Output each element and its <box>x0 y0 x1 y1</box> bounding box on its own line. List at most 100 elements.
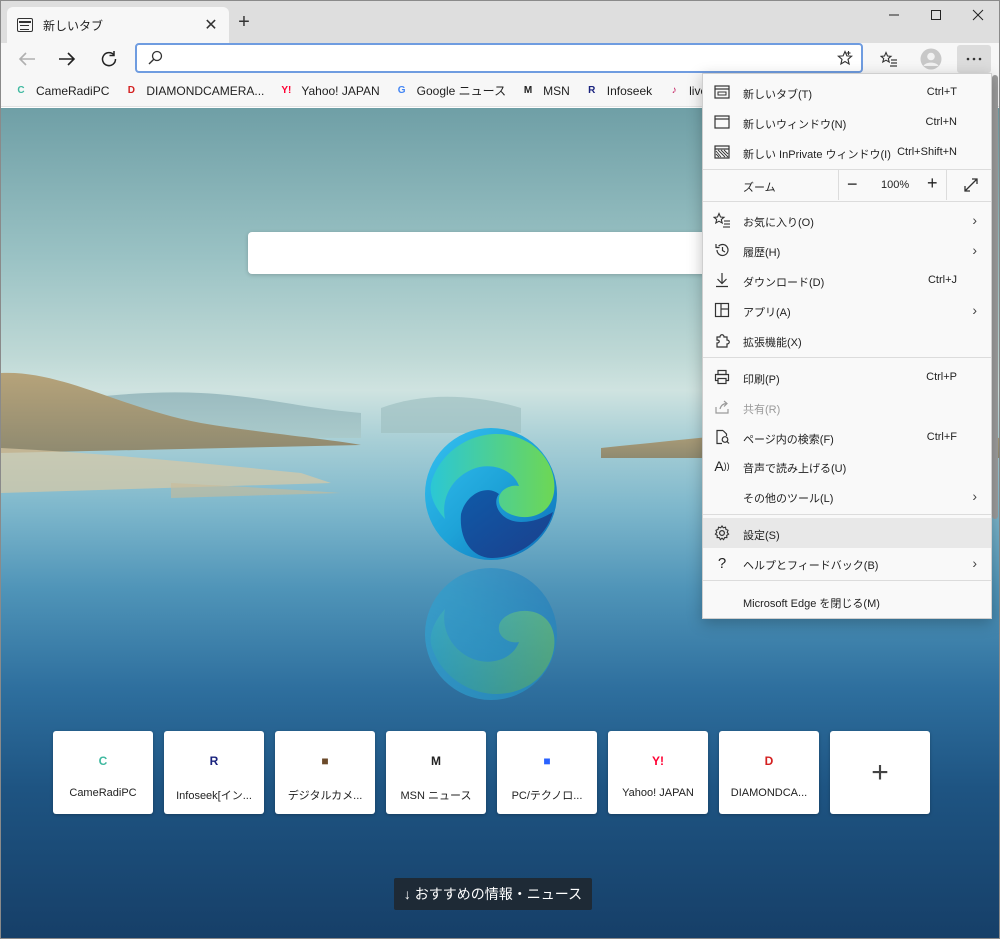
extensions-puzzle-icon <box>713 331 731 349</box>
inprivate-icon <box>713 143 731 161</box>
favorites-icon <box>713 211 731 229</box>
quick-link-tile[interactable]: Y! Yahoo! JAPAN <box>608 731 708 814</box>
chevron-right-icon: › <box>972 242 977 258</box>
back-arrow-icon <box>18 52 35 66</box>
quick-link-tile[interactable]: D DIAMONDCA... <box>719 731 819 814</box>
quick-link-label: PC/テクノロ... <box>511 790 583 802</box>
news-feed-button[interactable]: ↓ おすすめの情報・ニュース <box>394 878 592 910</box>
menu-item-more-tools[interactable]: その他のツール(L) › <box>703 481 991 511</box>
history-icon <box>713 241 731 259</box>
zoom-out-button[interactable]: − <box>847 174 858 195</box>
quick-link-tile[interactable]: R Infoseek[イン... <box>164 731 264 814</box>
zoom-label: ズーム <box>743 182 776 194</box>
infoseek-icon: R <box>588 85 596 96</box>
chevron-right-icon: › <box>972 302 977 318</box>
livedoor-icon: ♪ <box>671 85 677 96</box>
favorite-label: Infoseek <box>606 83 653 98</box>
quick-link-tile[interactable]: M MSN ニュース <box>386 731 486 814</box>
refresh-button[interactable] <box>93 45 125 73</box>
close-window-button[interactable] <box>957 1 999 29</box>
site-favicon-icon: R <box>209 754 219 768</box>
zoom-level: 100% <box>881 179 910 191</box>
maximize-button[interactable] <box>915 1 957 29</box>
menu-item-downloads[interactable]: ダウンロード(D) Ctrl+J <box>703 265 991 295</box>
quick-link-label: CameRadiPC <box>69 787 137 799</box>
favorite-item[interactable]: M MSN <box>520 83 570 99</box>
favorite-item[interactable]: G Google ニュース <box>394 82 506 99</box>
menu-separator <box>703 201 991 202</box>
quick-link-label: DIAMONDCA... <box>730 787 808 799</box>
menu-item-share: 共有(R) <box>703 392 991 422</box>
new-window-icon <box>713 113 731 131</box>
favorites-icon <box>880 51 897 67</box>
menu-item-close-edge[interactable]: Microsoft Edge を閉じる(M) <box>703 586 991 616</box>
address-input[interactable] <box>167 49 827 67</box>
share-icon <box>713 398 731 416</box>
read-aloud-icon: A)) <box>714 458 730 474</box>
menu-separator <box>703 357 991 358</box>
diamondcamera-icon: D <box>127 85 135 96</box>
favorite-item[interactable]: D DIAMONDCAMERA... <box>123 83 265 99</box>
close-tab-icon[interactable]: ✕ <box>203 15 219 35</box>
menu-item-find-on-page[interactable]: ページ内の検索(F) Ctrl+F <box>703 422 991 452</box>
back-button[interactable] <box>11 45 43 73</box>
menu-item-history[interactable]: 履歴(H) › <box>703 235 991 265</box>
plus-icon: + <box>871 756 889 789</box>
gear-icon <box>713 524 731 542</box>
quick-link-label: Infoseek[イン... <box>176 790 252 802</box>
zoom-in-button[interactable]: + <box>927 173 938 194</box>
menu-item-settings[interactable]: 設定(S) <box>703 518 991 548</box>
scrollbar[interactable] <box>992 75 998 519</box>
forward-button[interactable] <box>51 45 83 73</box>
site-favicon-icon: M <box>431 754 441 768</box>
edge-logo-icon <box>425 428 557 560</box>
menu-separator <box>703 580 991 581</box>
menu-item-apps[interactable]: アプリ(A) › <box>703 295 991 325</box>
favorite-label: DIAMONDCAMERA... <box>146 83 265 98</box>
cameradipc-icon: C <box>17 85 25 96</box>
favorite-item[interactable]: C CameRadiPC <box>13 83 109 99</box>
chevron-right-icon: › <box>972 212 977 228</box>
site-favicon-icon: C <box>98 754 108 768</box>
quick-link-tile[interactable]: ■ PC/テクノロ... <box>497 731 597 814</box>
site-favicon-icon: ■ <box>543 754 551 768</box>
apps-icon <box>713 301 731 319</box>
favorites-button[interactable] <box>872 45 906 73</box>
favorite-item[interactable]: R Infoseek <box>584 83 652 99</box>
quick-link-tile[interactable]: C CameRadiPC <box>53 731 153 814</box>
menu-item-favorites[interactable]: お気に入り(O) › <box>703 205 991 235</box>
help-question-icon: ? <box>717 554 727 572</box>
menu-item-read-aloud[interactable]: A)) 音声で読み上げる(U) <box>703 451 991 481</box>
menu-item-new-tab[interactable]: 新しいタブ(T) Ctrl+T <box>703 77 991 107</box>
menu-item-new-inprivate[interactable]: 新しい InPrivate ウィンドウ(I) Ctrl+Shift+N <box>703 137 991 167</box>
menu-item-print[interactable]: 印刷(P) Ctrl+P <box>703 362 991 392</box>
quick-link-tile[interactable]: ■ デジタルカメ... <box>275 731 375 814</box>
new-tab-icon <box>17 18 33 32</box>
menu-item-extensions[interactable]: 拡張機能(X) <box>703 325 991 355</box>
favorite-label: CameRadiPC <box>36 83 110 98</box>
bing-search-box[interactable] <box>248 232 728 274</box>
fullscreen-icon[interactable] <box>963 177 979 193</box>
avatar-icon <box>920 48 942 70</box>
tab-strip: 新しいタブ ✕ + <box>1 1 999 43</box>
favorite-label: Google ニュース <box>416 84 507 98</box>
edge-logo-reflection <box>425 568 557 700</box>
tab-new-tab[interactable]: 新しいタブ ✕ <box>7 7 229 43</box>
menu-item-help-feedback[interactable]: ? ヘルプとフィードバック(B) › <box>703 548 991 578</box>
favorite-item[interactable]: Y! Yahoo! JAPAN <box>278 83 379 99</box>
download-icon <box>713 271 731 289</box>
menu-zoom-row: ズーム − 100% + <box>703 170 991 200</box>
new-tab-button[interactable]: + <box>233 11 255 33</box>
quick-link-label: デジタルカメ... <box>287 790 363 802</box>
minimize-button[interactable] <box>873 1 915 29</box>
browser-window: 新しいタブ ✕ + C CameRadiPC D DIAMONDCAMERA..… <box>0 0 1000 939</box>
add-quick-link-button[interactable]: + <box>830 731 930 814</box>
settings-and-more-button[interactable] <box>957 45 991 73</box>
profile-button[interactable] <box>914 45 948 73</box>
menu-item-new-window[interactable]: 新しいウィンドウ(N) Ctrl+N <box>703 107 991 137</box>
google-news-icon: G <box>397 85 406 96</box>
address-bar[interactable] <box>135 43 863 73</box>
add-favorite-star-icon[interactable] <box>837 50 853 66</box>
menu-separator <box>703 514 991 515</box>
msn-icon: M <box>523 85 533 96</box>
